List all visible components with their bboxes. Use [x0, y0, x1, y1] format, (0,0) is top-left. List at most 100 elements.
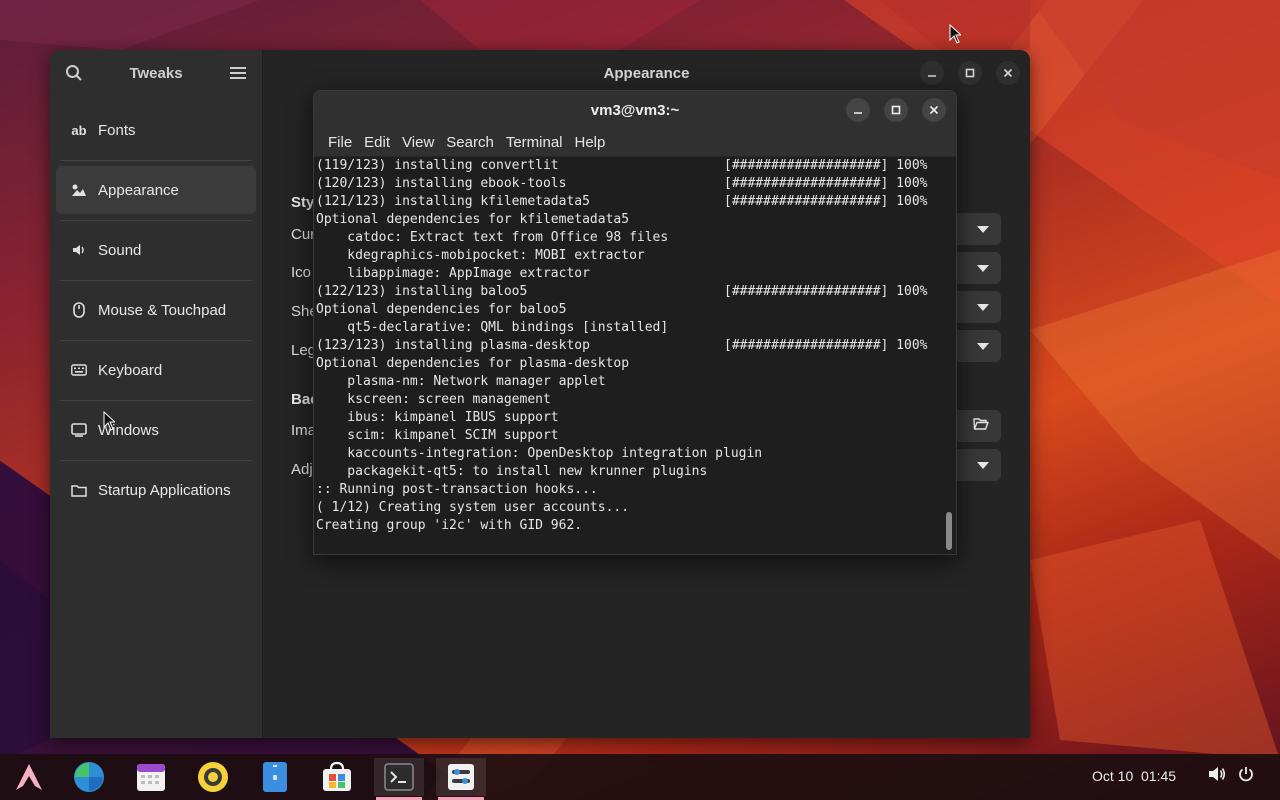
terminal-line: (119/123) installing convertlit [########…	[316, 157, 942, 175]
terminal-window-controls	[846, 98, 946, 122]
terminal-line: Optional dependencies for kfilemetadata5	[316, 211, 942, 229]
terminal-line-text: libappimage: AppImage extractor	[316, 266, 590, 281]
menu-view[interactable]: View	[396, 134, 440, 151]
sidebar-item-windows[interactable]: Windows	[56, 406, 256, 461]
tweaks-icon[interactable]	[436, 758, 486, 800]
sidebar-nav: ab Fonts Appearance Sound Mouse & Touchp…	[50, 106, 262, 514]
search-icon[interactable]	[64, 63, 84, 83]
terminal-line: packagekit-qt5: to install new krunner p…	[316, 463, 942, 481]
sidebar-item-label: Mouse & Touchpad	[98, 301, 227, 319]
folder-icon	[70, 484, 88, 497]
terminal-line-text: Optional dependencies for plasma-desktop	[316, 356, 630, 371]
mouse-pointer-icon	[949, 24, 961, 44]
terminal-line-text: kscreen: screen management	[316, 392, 551, 407]
terminal-line-text: qt5-declarative: QML bindings [installed…	[316, 320, 669, 335]
tweaks-sidebar: Tweaks ab Fonts Appearance Sound Mouse &…	[50, 50, 263, 738]
sidebar-header: Tweaks	[50, 50, 262, 96]
appearance-icon	[70, 183, 88, 197]
terminal-line: catdoc: Extract text from Office 98 file…	[316, 229, 942, 247]
terminal-line: ibus: kimpanel IBUS support	[316, 409, 942, 427]
terminal-line-text: (121/123) installing kfilemetadata5	[316, 194, 590, 209]
menu-edit[interactable]: Edit	[358, 134, 396, 151]
window-controls	[920, 61, 1020, 85]
calendar-icon[interactable]	[126, 758, 176, 796]
terminal-line-text: (123/123) installing plasma-desktop	[316, 338, 590, 353]
sidebar-item-startup-applications[interactable]: Startup Applications	[56, 466, 256, 514]
terminal-titlebar[interactable]: vm3@vm3:~	[314, 91, 956, 129]
sidebar-item-label: Sound	[98, 241, 142, 259]
sidebar-item-mouse-touchpad[interactable]: Mouse & Touchpad	[56, 286, 256, 341]
terminal-line: kaccounts-integration: OpenDesktop integ…	[316, 445, 942, 463]
music-icon[interactable]	[188, 758, 238, 796]
app-title: Tweaks	[129, 64, 183, 82]
software-store-icon[interactable]	[312, 758, 362, 796]
terminal-scrollbar[interactable]	[944, 157, 954, 554]
menu-search[interactable]: Search	[440, 134, 500, 151]
terminal-line-text: ibus: kimpanel IBUS support	[316, 410, 559, 425]
menu-file[interactable]: File	[322, 134, 358, 151]
power-icon[interactable]	[1238, 766, 1254, 787]
terminal-line: :: Running post-transaction hooks...	[316, 481, 942, 499]
styles-heading: Sty	[291, 194, 315, 211]
hamburger-menu-icon[interactable]	[228, 63, 248, 83]
chevron-down-icon	[977, 225, 989, 233]
terminal-line: (120/123) installing ebook-tools [#######…	[316, 175, 942, 193]
sidebar-item-label: Appearance	[98, 181, 179, 199]
progress-bar-text: [###################] 100%	[724, 158, 928, 173]
terminal-line: Creating group 'i2c' with GID 962.	[316, 517, 942, 535]
terminal-line: ( 1/12) Creating system user accounts...	[316, 499, 942, 517]
terminal-line-text: scim: kimpanel SCIM support	[316, 428, 559, 443]
cursor-label: Cur	[291, 226, 316, 243]
terminal-line-text: catdoc: Extract text from Office 98 file…	[316, 230, 669, 245]
speaker-icon	[70, 244, 88, 256]
terminal-line-text: (122/123) installing baloo5	[316, 284, 528, 299]
sidebar-item-fonts[interactable]: ab Fonts	[56, 106, 256, 161]
scrollbar-thumb[interactable]	[946, 512, 952, 550]
folder-open-icon	[973, 417, 989, 436]
files-icon[interactable]	[250, 758, 300, 796]
terminal-menubar: File Edit View Search Terminal Help	[314, 129, 956, 157]
terminal-close-button[interactable]	[922, 98, 946, 122]
mouse-icon	[70, 302, 88, 318]
chevron-down-icon	[977, 342, 989, 350]
terminal-line: qt5-declarative: QML bindings [installed…	[316, 319, 942, 337]
terminal-output[interactable]: (119/123) installing convertlit [########…	[314, 157, 944, 554]
terminal-line-text: Creating group 'i2c' with GID 962.	[316, 518, 583, 533]
terminal-line: kscreen: screen management	[316, 391, 942, 409]
terminal-line-text: ( 1/12) Creating system user accounts...	[316, 500, 630, 515]
browser-icon[interactable]	[64, 758, 114, 796]
terminal-window: vm3@vm3:~ File Edit View Search Terminal…	[313, 90, 957, 555]
sidebar-item-label: Windows	[98, 421, 159, 439]
terminal-line: (121/123) installing kfilemetadata5 [####…	[316, 193, 942, 211]
terminal-line-text: (119/123) installing convertlit	[316, 158, 559, 173]
terminal-line: (122/123) installing baloo5 [############…	[316, 283, 942, 301]
progress-bar-text: [###################] 100%	[724, 284, 928, 299]
fonts-icon: ab	[71, 122, 87, 138]
terminal-icon[interactable]	[374, 758, 424, 800]
page-title: Appearance	[603, 64, 690, 82]
terminal-title: vm3@vm3:~	[590, 101, 680, 119]
sidebar-item-label: Fonts	[98, 121, 136, 139]
menu-help[interactable]: Help	[569, 134, 612, 151]
terminal-line: scim: kimpanel SCIM support	[316, 427, 942, 445]
close-button[interactable]	[996, 61, 1020, 85]
terminal-line-text: kaccounts-integration: OpenDesktop integ…	[316, 446, 763, 461]
arch-launcher-icon[interactable]	[4, 758, 54, 796]
terminal-line-text: :: Running post-transaction hooks...	[316, 482, 598, 497]
progress-bar-text: [###################] 100%	[724, 194, 928, 209]
progress-bar-text: [###################] 100%	[724, 338, 928, 353]
sidebar-item-sound[interactable]: Sound	[56, 226, 256, 281]
adjustment-label: Adj	[291, 461, 313, 478]
terminal-maximize-button[interactable]	[884, 98, 908, 122]
terminal-minimize-button[interactable]	[846, 98, 870, 122]
clock[interactable]: Oct 10 01:45	[1092, 768, 1176, 784]
volume-icon[interactable]	[1208, 766, 1226, 787]
sidebar-item-label: Keyboard	[98, 361, 163, 379]
maximize-button[interactable]	[958, 61, 982, 85]
minimize-button[interactable]	[920, 61, 944, 85]
sidebar-item-appearance[interactable]: Appearance	[56, 166, 256, 221]
taskbar: Oct 10 01:45	[0, 754, 1280, 800]
terminal-line: plasma-nm: Network manager applet	[316, 373, 942, 391]
menu-terminal[interactable]: Terminal	[500, 134, 569, 151]
sidebar-item-keyboard[interactable]: Keyboard	[56, 346, 256, 401]
